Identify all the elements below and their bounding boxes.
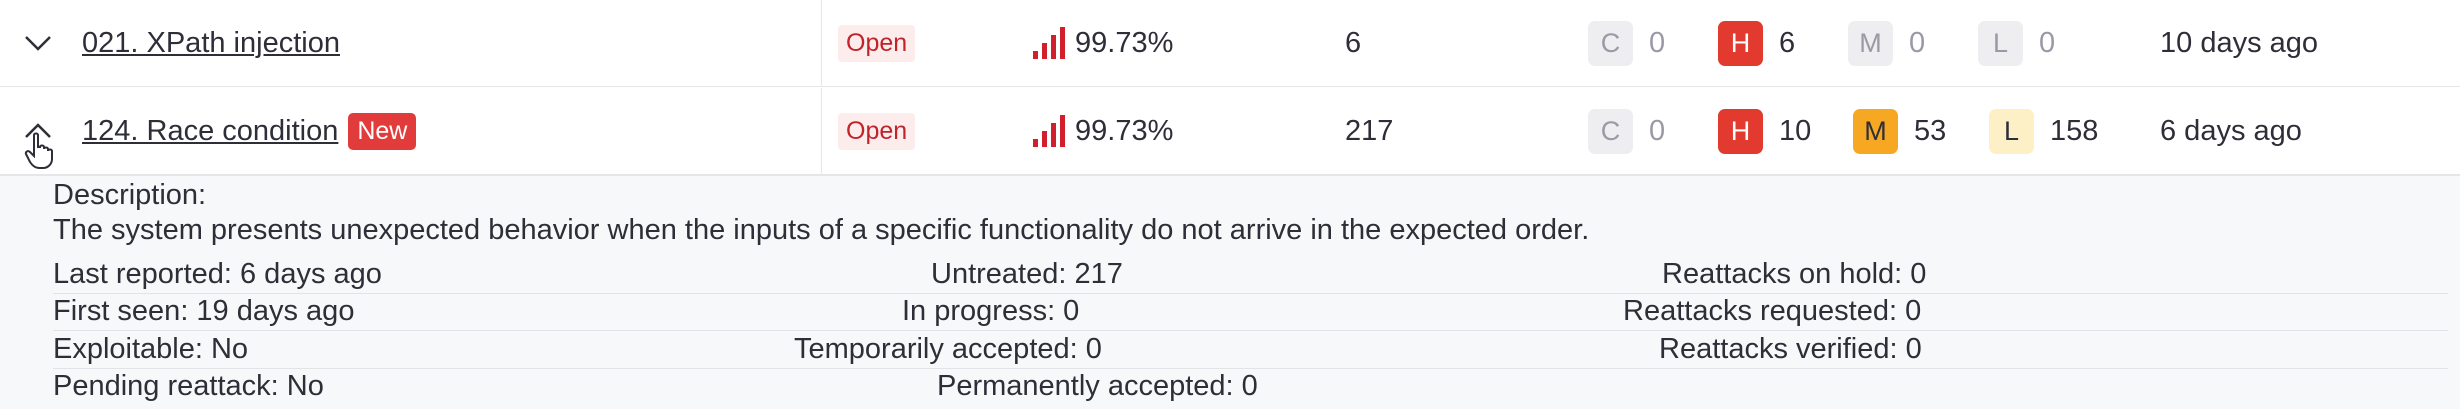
status-cell: Open [838,0,916,86]
medium-count: 53 [1914,114,1947,147]
medium-count: 0 [1909,26,1926,59]
probability-value: 99.73% [1075,26,1174,59]
finding-details-panel: Description: The system presents unexpec… [0,175,2460,409]
status-cell: Open [838,88,916,174]
high-badge: H [1718,20,1763,66]
pending-reattack-stat: Pending reattack: No [53,370,324,402]
critical-badge: C [1588,108,1633,154]
untreated-stat: Untreated: 217 [931,258,1123,290]
critical-count: 0 [1649,114,1666,147]
last-reported: 10 days ago [2160,26,2319,59]
severity-medium: M 53 [1853,88,1946,174]
reattacks-requested-stat: Reattacks requested: 0 [1623,295,1922,327]
probability-cell: 99.73% [1031,88,1173,174]
finding-name-cell: 021. XPath injection [82,0,822,86]
severity-low: L 0 [1978,0,2055,86]
details-stat-row: Last reported: 6 days ago Untreated: 217… [53,256,2448,294]
chevron-down-icon [25,36,51,51]
exploitable-stat: Exploitable: No [53,333,249,365]
medium-badge: M [1848,20,1893,66]
reattacks-on-hold-stat: Reattacks on hold: 0 [1662,258,1927,290]
hand-cursor-icon [24,132,53,169]
permanently-accepted-stat: Permanently accepted: 0 [937,370,1258,402]
details-stat-row: First seen: 19 days ago In progress: 0 R… [53,293,2448,331]
vulnerabilities-count: 217 [1345,114,1394,147]
severity-critical: C 0 [1588,0,1665,86]
reattacks-verified-stat: Reattacks verified: 0 [1659,333,1922,365]
status-badge: Open [838,112,916,150]
collapse-toggle[interactable] [18,88,58,174]
last-reported: 6 days ago [2160,114,2302,147]
severity-low: L 158 [1989,88,2098,174]
high-count: 6 [1779,26,1796,59]
in-progress-stat: In progress: 0 [902,295,1080,327]
probability-value: 99.73% [1075,114,1174,147]
probability-cell: 99.73% [1031,0,1173,86]
table-row[interactable]: 021. XPath injection Open 99.73% 6 C 0 H… [0,0,2460,87]
details-stat-row: Pending reattack: No Permanently accepte… [53,368,2448,405]
description-label: Description: [53,179,207,211]
vulnerabilities-count: 6 [1345,26,1362,59]
medium-badge: M [1853,108,1898,154]
signal-bars-icon [1033,27,1065,59]
first-seen-stat: First seen: 19 days ago [53,295,355,327]
last-reported-stat: Last reported: 6 days ago [53,258,382,290]
temporarily-accepted-stat: Temporarily accepted: 0 [794,333,1102,365]
expand-toggle[interactable] [18,0,58,86]
low-badge: L [1989,108,2034,154]
signal-bars-icon [1033,115,1065,147]
critical-count: 0 [1649,26,1666,59]
table-row[interactable]: 124. Race condition New Open 99.73% 217 … [0,88,2460,175]
low-count: 158 [2050,114,2099,147]
critical-badge: C [1588,20,1633,66]
severity-high: H 6 [1718,0,1795,86]
finding-name-link[interactable]: 021. XPath injection [82,27,340,60]
high-count: 10 [1779,114,1812,147]
high-badge: H [1718,108,1763,154]
status-badge: Open [838,24,916,62]
severity-critical: C 0 [1588,88,1665,174]
severity-high: H 10 [1718,88,1811,174]
low-count: 0 [2039,26,2056,59]
new-badge: New [348,112,417,150]
finding-name-link[interactable]: 124. Race condition [82,115,338,148]
details-stat-row: Exploitable: No Temporarily accepted: 0 … [53,331,2448,369]
description-text: The system presents unexpected behavior … [53,214,1590,246]
low-badge: L [1978,20,2023,66]
severity-medium: M 0 [1848,0,1925,86]
finding-name-cell: 124. Race condition New [82,88,822,174]
